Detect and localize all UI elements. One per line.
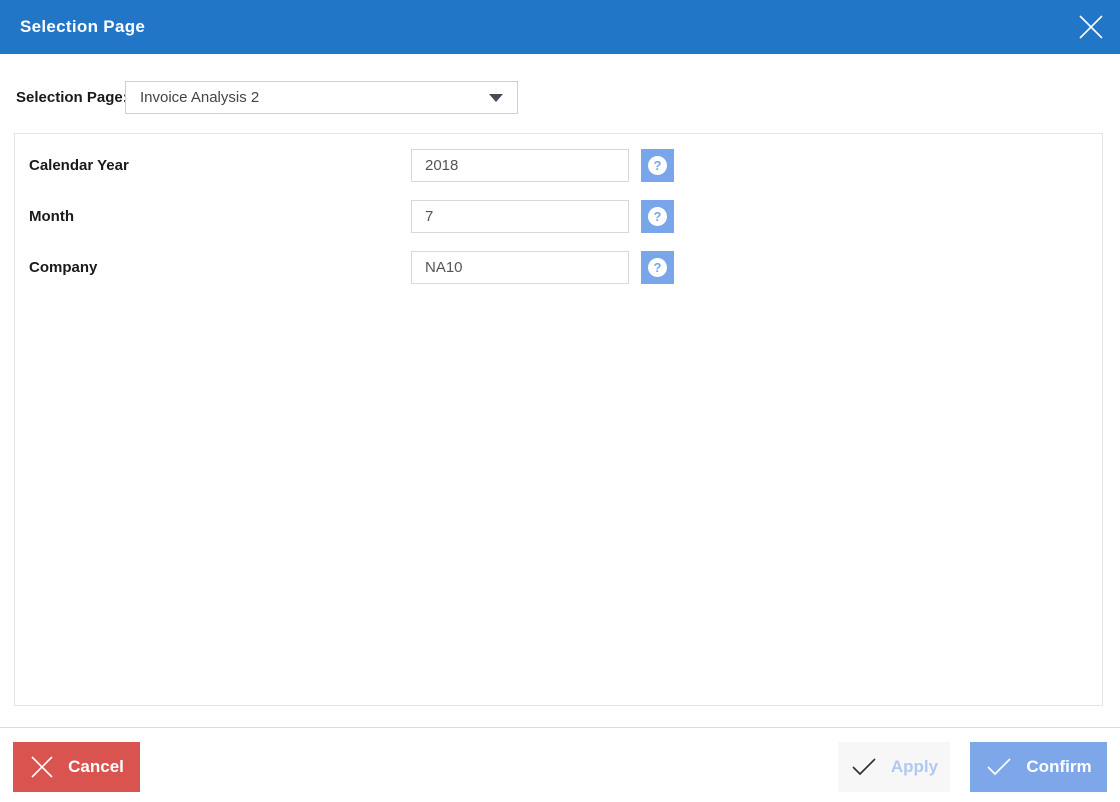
company-label: Company xyxy=(29,259,98,276)
confirm-button-label: Confirm xyxy=(1026,757,1092,776)
selection-page-label: Selection Page: xyxy=(16,89,128,106)
question-icon: ? xyxy=(648,156,667,175)
month-input[interactable] xyxy=(411,200,629,233)
check-icon xyxy=(850,757,878,777)
check-icon xyxy=(985,757,1013,777)
month-help-button[interactable]: ? xyxy=(641,200,674,233)
selection-page-dialog: Selection Page Selection Page: Invoice A… xyxy=(0,0,1120,802)
selection-page-dropdown-value: Invoice Analysis 2 xyxy=(140,89,260,106)
cancel-button[interactable]: Cancel xyxy=(13,742,140,792)
confirm-button[interactable]: Confirm xyxy=(970,742,1107,792)
parameters-panel: Calendar Year ? Month ? Company ? xyxy=(14,133,1103,706)
close-icon xyxy=(1076,12,1106,42)
field-row-month: Month ? xyxy=(15,200,1102,233)
dialog-header: Selection Page xyxy=(0,0,1120,54)
calendar-year-label: Calendar Year xyxy=(29,157,129,174)
dialog-title: Selection Page xyxy=(20,17,146,36)
selection-page-dropdown[interactable]: Invoice Analysis 2 xyxy=(125,81,518,114)
close-button[interactable] xyxy=(1075,11,1107,43)
company-help-button[interactable]: ? xyxy=(641,251,674,284)
footer-divider xyxy=(0,727,1120,728)
question-icon: ? xyxy=(648,207,667,226)
company-input[interactable] xyxy=(411,251,629,284)
chevron-down-icon xyxy=(489,93,503,102)
field-row-calendar-year: Calendar Year ? xyxy=(15,149,1102,182)
month-label: Month xyxy=(29,208,74,225)
x-icon xyxy=(29,754,55,780)
cancel-button-label: Cancel xyxy=(68,757,124,776)
apply-button[interactable]: Apply xyxy=(838,742,950,792)
calendar-year-help-button[interactable]: ? xyxy=(641,149,674,182)
field-row-company: Company ? xyxy=(15,251,1102,284)
calendar-year-input[interactable] xyxy=(411,149,629,182)
apply-button-label: Apply xyxy=(890,757,939,776)
question-icon: ? xyxy=(648,258,667,277)
